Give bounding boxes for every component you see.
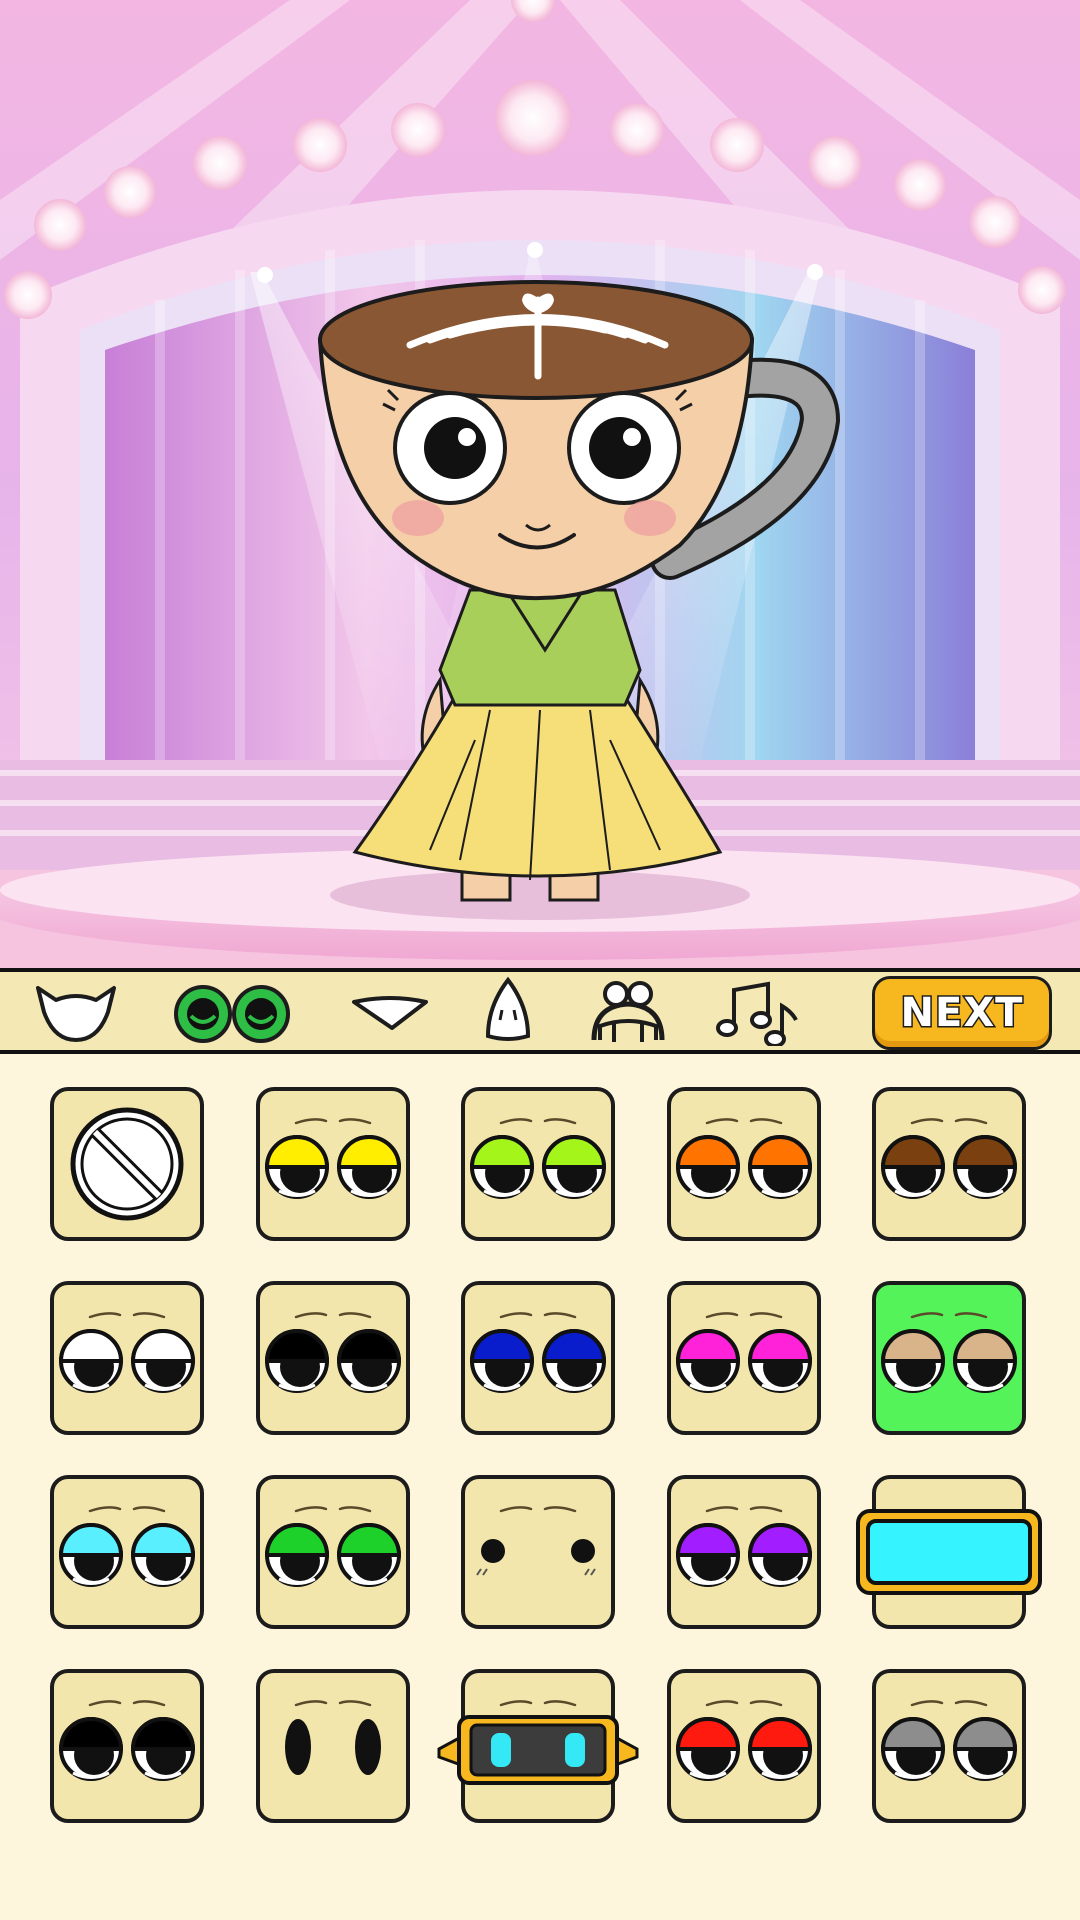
character bbox=[317, 280, 841, 902]
next-button[interactable]: NEXT bbox=[872, 976, 1052, 1050]
eye-option-15[interactable] bbox=[856, 1475, 1042, 1629]
tab-nose[interactable] bbox=[458, 976, 558, 1046]
eye-option-preview bbox=[469, 1312, 607, 1393]
eye-option-preview bbox=[880, 1118, 1018, 1199]
eye-option-preview bbox=[58, 1312, 196, 1393]
tab-head[interactable] bbox=[26, 976, 126, 1046]
music-notes-icon bbox=[716, 981, 798, 1048]
next-button-label: NEXT bbox=[899, 989, 1024, 1038]
hair-icon bbox=[591, 981, 665, 1042]
stage-scene bbox=[0, 0, 1080, 968]
nose-icon bbox=[485, 976, 531, 1041]
eye-option-9[interactable] bbox=[667, 1281, 821, 1435]
eye-option-preview bbox=[675, 1312, 813, 1393]
mouth-icon bbox=[352, 996, 428, 1030]
eye-option-11[interactable] bbox=[50, 1475, 204, 1629]
eye-option-preview bbox=[856, 1509, 1042, 1595]
eye-option-preview bbox=[880, 1312, 1018, 1393]
eye-option-preview bbox=[58, 1506, 196, 1587]
eye-option-10[interactable] bbox=[872, 1281, 1026, 1435]
eye-option-17[interactable] bbox=[256, 1669, 410, 1823]
character-body bbox=[352, 588, 723, 902]
tab-mouth[interactable] bbox=[340, 976, 440, 1046]
eye-option-preview bbox=[476, 1506, 596, 1576]
eye-option-18[interactable] bbox=[437, 1669, 639, 1823]
tab-hair[interactable] bbox=[578, 976, 678, 1046]
eye-option-14[interactable] bbox=[667, 1475, 821, 1629]
eye-options-grid bbox=[0, 1054, 1080, 1920]
eye-option-20[interactable] bbox=[872, 1669, 1026, 1823]
eye-option-13[interactable] bbox=[461, 1475, 615, 1629]
eyes-icon bbox=[174, 985, 290, 1043]
eye-option-8[interactable] bbox=[461, 1281, 615, 1435]
eye-option-preview bbox=[437, 1700, 639, 1785]
eye-option-6[interactable] bbox=[50, 1281, 204, 1435]
coffee-cup-head bbox=[317, 280, 841, 601]
eye-option-4[interactable] bbox=[667, 1087, 821, 1241]
eye-option-preview bbox=[264, 1506, 402, 1587]
eye-option-preview bbox=[264, 1118, 402, 1199]
eye-option-12[interactable] bbox=[256, 1475, 410, 1629]
eye-option-preview bbox=[469, 1118, 607, 1199]
eye-option-preview bbox=[285, 1700, 381, 1775]
eye-option-preview bbox=[675, 1700, 813, 1781]
tab-music[interactable] bbox=[706, 976, 806, 1048]
eye-option-16[interactable] bbox=[50, 1669, 204, 1823]
head-shape-icon bbox=[36, 986, 116, 1042]
category-toolbar: NEXT bbox=[0, 968, 1080, 1054]
eye-option-5[interactable] bbox=[872, 1087, 1026, 1241]
eye-option-preview bbox=[70, 1107, 184, 1221]
eye-option-preview bbox=[264, 1312, 402, 1393]
eye-option-preview bbox=[880, 1700, 1018, 1781]
eye-option-2[interactable] bbox=[256, 1087, 410, 1241]
eye-option-preview bbox=[58, 1700, 196, 1781]
eye-option-preview bbox=[675, 1506, 813, 1587]
no-symbol-icon bbox=[70, 1107, 184, 1221]
eye-option-7[interactable] bbox=[256, 1281, 410, 1435]
eye-option-3[interactable] bbox=[461, 1087, 615, 1241]
eye-option-19[interactable] bbox=[667, 1669, 821, 1823]
tab-eyes[interactable] bbox=[165, 976, 295, 1046]
eye-option-preview bbox=[675, 1118, 813, 1199]
eye-option-none[interactable] bbox=[50, 1087, 204, 1241]
